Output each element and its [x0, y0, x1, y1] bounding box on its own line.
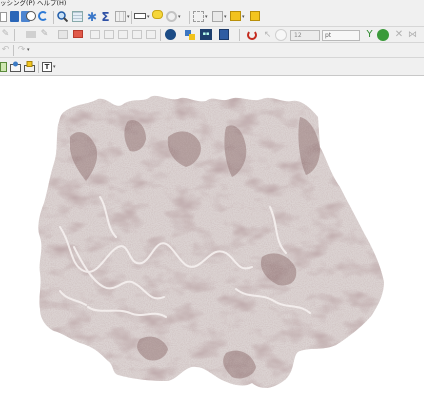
globe-plugin-icon[interactable] [377, 29, 389, 41]
redo-icon[interactable]: ↷ [17, 45, 26, 55]
delete-icon[interactable] [73, 30, 83, 38]
move-icon[interactable]: ⋈ [407, 29, 418, 41]
layer-add-icon[interactable] [0, 62, 7, 72]
label-dropdown-icon[interactable]: ▾ [242, 14, 245, 20]
copy-icon[interactable] [118, 30, 128, 39]
refresh-icon[interactable] [38, 11, 48, 21]
ruler-dropdown-icon[interactable]: ▾ [147, 14, 150, 20]
grid-icon[interactable] [115, 11, 126, 22]
toolbar-history: ↶ ↷ ▾ [0, 43, 424, 58]
clock-icon[interactable] [26, 11, 36, 21]
book-icon[interactable] [219, 29, 229, 40]
unit-select[interactable]: pt [322, 30, 360, 41]
map-canvas[interactable] [0, 77, 424, 417]
menu-processing[interactable]: ッシング(P) [0, 0, 35, 8]
font-size-spinbox[interactable]: 12 [290, 30, 320, 41]
text-box-icon[interactable]: T [42, 62, 52, 72]
edit-icon[interactable] [26, 31, 36, 38]
sigma-icon[interactable]: Σ [100, 10, 111, 23]
layers-dropdown-icon[interactable]: ▾ [224, 14, 227, 20]
toolbar-separator [160, 29, 161, 41]
settings-dropdown-icon[interactable]: ▾ [178, 14, 181, 20]
menu-help[interactable]: ヘルプ(H) [37, 0, 66, 8]
node-tool-icon[interactable] [90, 30, 100, 39]
grid-select-icon[interactable] [193, 11, 204, 22]
vertex-icon[interactable] [58, 30, 68, 39]
table-icon[interactable] [72, 11, 83, 22]
toolbar-file: ✱ Σ ▾ ▾ ▾ ▾ ▾ ▾ [0, 8, 424, 27]
toolbar-separator [189, 11, 190, 24]
undo-icon[interactable] [146, 30, 156, 39]
digitize-icon[interactable]: ✎ [40, 30, 49, 39]
magnet-icon[interactable] [247, 30, 257, 40]
menu-bar: ッシング(P) ヘルプ(H) [0, 0, 424, 8]
zoom-icon[interactable] [57, 11, 68, 22]
toolbar-layers: T ▾ [0, 58, 424, 76]
qgis-window: ッシング(P) ヘルプ(H) ✱ Σ ▾ ▾ ▾ ▾ ▾ ▾ ✎ ✎ ▪▪ ↖ … [0, 0, 424, 417]
pointer-icon[interactable]: ↖ [263, 30, 272, 40]
layers-icon[interactable] [212, 11, 223, 22]
settings-icon[interactable] [166, 11, 177, 22]
pencil-icon[interactable]: ✎ [1, 30, 10, 39]
branch-icon[interactable]: Y [364, 29, 375, 41]
grid-select-dropdown-icon[interactable]: ▾ [205, 14, 208, 20]
target-icon[interactable] [275, 29, 287, 41]
toolbar-separator [14, 29, 15, 41]
python-icon[interactable] [165, 29, 176, 40]
text-box-dropdown-icon[interactable]: ▾ [53, 64, 56, 70]
layer-pin-icon[interactable] [10, 61, 21, 72]
plugin-icon[interactable] [184, 29, 196, 41]
close-x-icon[interactable]: ✕ [394, 29, 404, 41]
tooltip-icon[interactable] [152, 10, 163, 19]
label-icon[interactable] [230, 11, 241, 21]
cut-icon[interactable] [104, 30, 114, 39]
toolbar-separator [38, 61, 39, 73]
toolbar-separator [131, 11, 132, 24]
toolbar-separator [239, 29, 240, 41]
ruler-icon[interactable] [134, 13, 146, 19]
toolbar-separator [13, 45, 14, 56]
grid-dropdown-icon[interactable]: ▾ [127, 14, 130, 20]
save-icon[interactable] [10, 11, 19, 22]
undo-icon[interactable]: ↶ [1, 45, 10, 55]
manager-icon[interactable]: ▪▪ [200, 29, 212, 40]
layer-text-icon[interactable] [24, 61, 35, 72]
new-file-icon[interactable] [0, 12, 7, 22]
gear-icon[interactable]: ✱ [86, 10, 98, 23]
toolbar-digitize: ✎ ✎ ▪▪ ↖ 12 pt Y ✕ ⋈ [0, 27, 424, 43]
terrain-raster [38, 95, 385, 388]
terrain-speckle [38, 95, 385, 388]
redo-dropdown-icon[interactable]: ▾ [27, 47, 30, 53]
toolbar-separator [53, 11, 54, 24]
paste-icon[interactable] [132, 30, 142, 39]
label-pin-icon[interactable] [250, 11, 260, 21]
